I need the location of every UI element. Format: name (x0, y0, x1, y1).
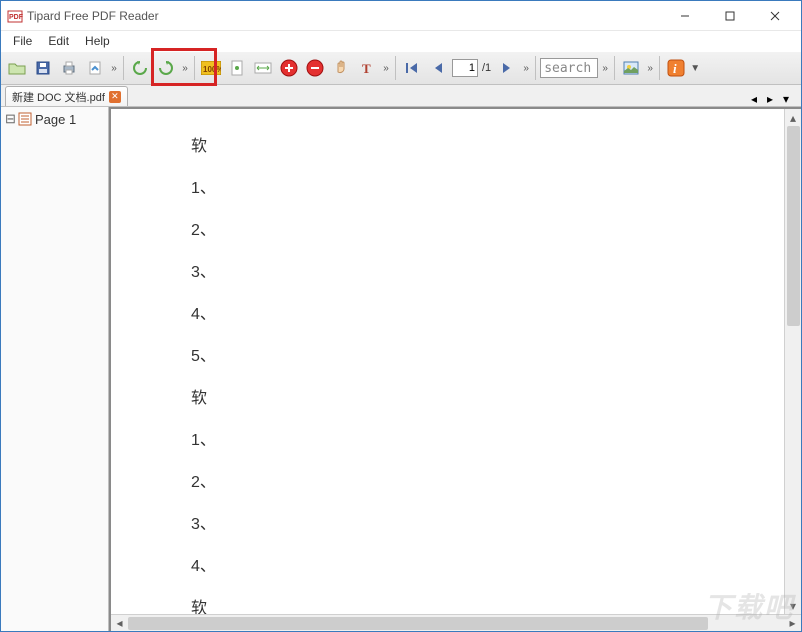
horizontal-scrollbar[interactable]: ◂ ▸ (111, 614, 801, 631)
doc-line: 3、 (191, 517, 801, 533)
first-page-button[interactable] (400, 56, 424, 80)
tab-label: 新建 DOC 文档.pdf (12, 89, 105, 105)
app-icon: PDF (7, 8, 23, 24)
doc-line: 4、 (191, 307, 801, 323)
actual-size-button[interactable]: 100% (199, 56, 223, 80)
sidebar: ⊟ Page 1 (1, 107, 109, 631)
doc-line: 3、 (191, 265, 801, 281)
doc-line: 1、 (191, 433, 801, 449)
content-area: ⊟ Page 1 软1、2、3、4、5、软1、2、3、4、软 ▴ ▾ ◂ ▸ (1, 107, 801, 631)
document-area: 软1、2、3、4、5、软1、2、3、4、软 ▴ ▾ ◂ ▸ (109, 107, 801, 631)
scroll-up-button[interactable]: ▴ (785, 109, 801, 126)
toolbar-dropdown[interactable]: ▼ (690, 63, 700, 74)
page-content: 软1、2、3、4、5、软1、2、3、4、软 (111, 109, 801, 614)
toolbar-overflow-3[interactable]: » (381, 63, 391, 74)
snapshot-button[interactable] (619, 56, 643, 80)
rotate-left-button[interactable] (128, 56, 152, 80)
doc-line: 5、 (191, 349, 801, 365)
tab-scroll-left[interactable]: ◂ (747, 92, 761, 106)
svg-text:T: T (362, 61, 371, 75)
scroll-left-button[interactable]: ◂ (111, 616, 128, 630)
minimize-button[interactable] (662, 2, 707, 30)
menu-edit[interactable]: Edit (42, 32, 75, 50)
prev-page-button[interactable] (426, 56, 450, 80)
document-tab[interactable]: 新建 DOC 文档.pdf ✕ (5, 86, 128, 106)
tree-collapse-icon[interactable]: ⊟ (5, 111, 15, 127)
search-input[interactable]: search (540, 58, 598, 78)
text-select-button[interactable]: T (355, 56, 379, 80)
vertical-scrollbar[interactable]: ▴ ▾ (784, 109, 801, 614)
maximize-button[interactable] (707, 2, 752, 30)
window-title: Tipard Free PDF Reader (27, 9, 662, 23)
zoom-out-button[interactable] (303, 56, 327, 80)
next-page-button[interactable] (495, 56, 519, 80)
info-button[interactable]: i (664, 56, 688, 80)
fit-page-button[interactable] (225, 56, 249, 80)
toolbar-overflow-2[interactable]: » (180, 63, 190, 74)
tree-page-label: Page 1 (35, 112, 76, 127)
svg-text:i: i (673, 61, 677, 76)
zoom-in-button[interactable] (277, 56, 301, 80)
toolbar-overflow-6[interactable]: » (645, 63, 655, 74)
doc-line: 软 (191, 601, 801, 614)
fit-width-button[interactable] (251, 56, 275, 80)
tab-close-button[interactable]: ✕ (109, 91, 121, 103)
save-button[interactable] (31, 56, 55, 80)
doc-line: 2、 (191, 223, 801, 239)
menubar: File Edit Help (1, 31, 801, 51)
page-total-label: /1 (482, 62, 491, 74)
rotate-right-button[interactable] (154, 56, 178, 80)
page-thumbnail-icon (18, 112, 32, 126)
svg-text:PDF: PDF (9, 14, 23, 21)
doc-line: 软 (191, 139, 801, 155)
svg-text:100%: 100% (203, 65, 221, 74)
close-button[interactable] (752, 2, 797, 30)
toolbar-overflow-4[interactable]: » (521, 63, 531, 74)
tab-scroll-right[interactable]: ▸ (763, 92, 777, 106)
doc-line: 软 (191, 391, 801, 407)
open-button[interactable] (5, 56, 29, 80)
toolbar: » » 100% T » /1 » search » » i ▼ (1, 51, 801, 85)
doc-line: 1、 (191, 181, 801, 197)
tree-page-item[interactable]: ⊟ Page 1 (3, 109, 106, 129)
doc-line: 2、 (191, 475, 801, 491)
menu-file[interactable]: File (7, 32, 38, 50)
scroll-down-button[interactable]: ▾ (785, 597, 801, 614)
tab-list-button[interactable]: ▾ (779, 92, 793, 106)
doc-line: 4、 (191, 559, 801, 575)
titlebar: PDF Tipard Free PDF Reader (1, 1, 801, 31)
hand-tool-button[interactable] (329, 56, 353, 80)
print-button[interactable] (57, 56, 81, 80)
page-number-input[interactable] (452, 59, 478, 77)
document-viewport[interactable]: 软1、2、3、4、5、软1、2、3、4、软 ▴ ▾ (111, 107, 801, 614)
scroll-right-button[interactable]: ▸ (784, 616, 801, 630)
toolbar-overflow-5[interactable]: » (600, 63, 610, 74)
menu-help[interactable]: Help (79, 32, 116, 50)
toolbar-overflow-1[interactable]: » (109, 63, 119, 74)
vertical-scroll-thumb[interactable] (787, 126, 800, 326)
tabbar: 新建 DOC 文档.pdf ✕ ◂ ▸ ▾ (1, 85, 801, 107)
page-up-button[interactable] (83, 56, 107, 80)
horizontal-scroll-thumb[interactable] (128, 617, 708, 630)
